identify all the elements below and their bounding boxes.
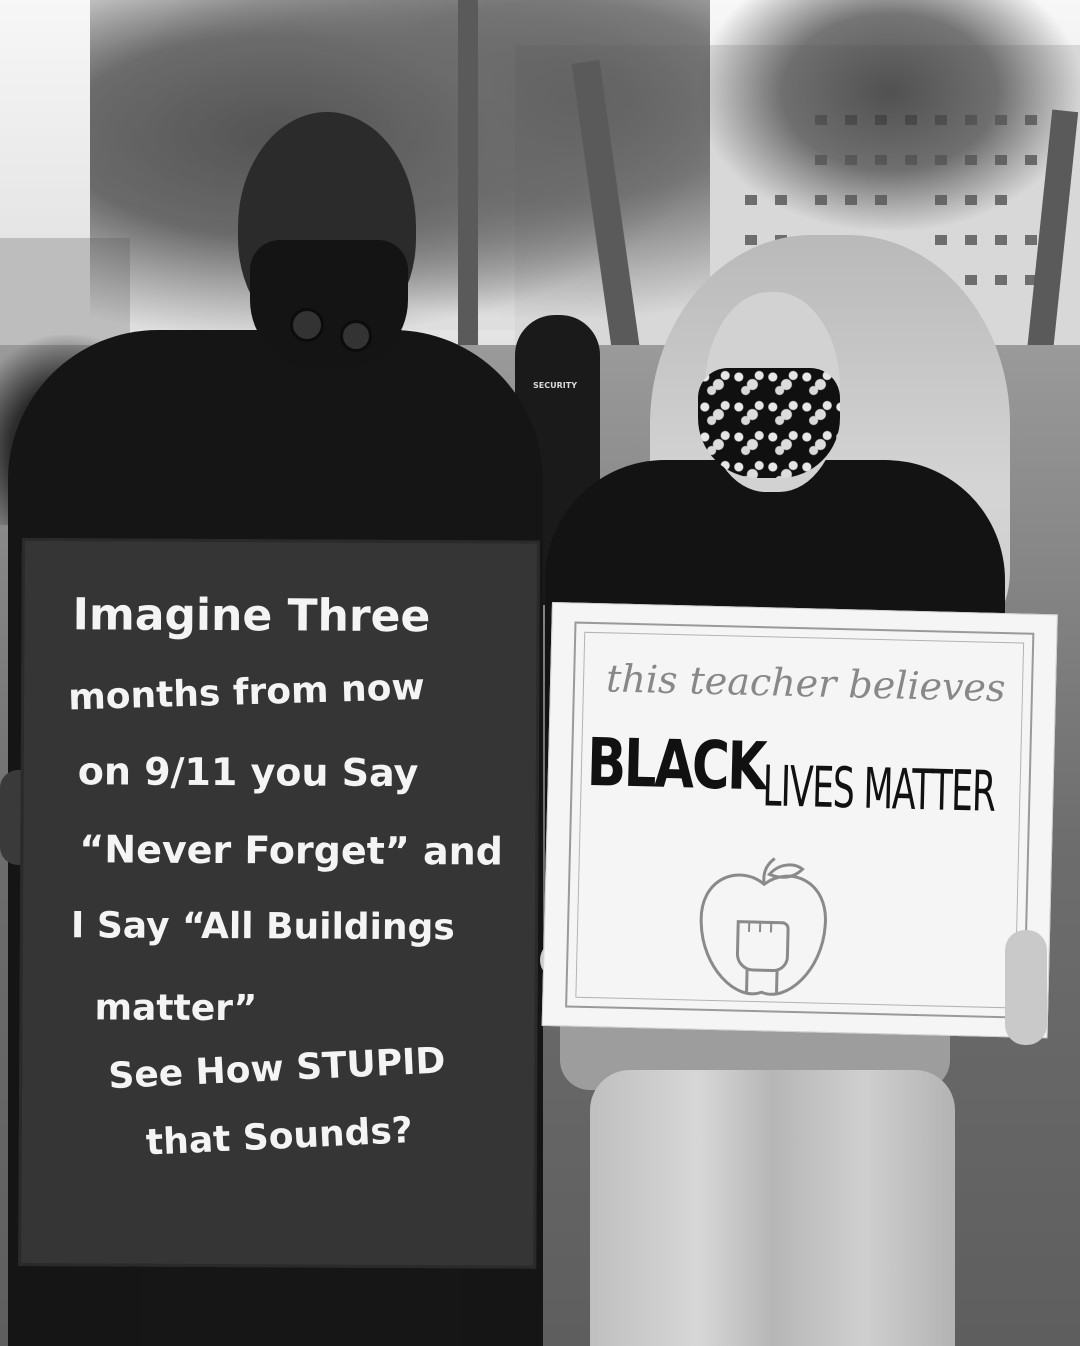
mask-valve — [340, 320, 372, 352]
apple-fist-icon — [699, 857, 827, 996]
sign-headline-lives-matter: LIVES MATTER — [761, 754, 996, 825]
teacher-protest-sign: this teacher believes BLACK LIVES MATTER — [541, 602, 1058, 1039]
sign-line: I Say “All Buildings — [70, 905, 455, 949]
sign-line: See How STUPID — [107, 1040, 447, 1098]
mask-valve — [290, 308, 324, 342]
guard-shirt-text: SECURITY — [533, 381, 577, 390]
sign-line: “Never Forget” and — [79, 827, 504, 874]
woman-hand — [1005, 930, 1047, 1045]
woman-legs — [590, 1070, 955, 1346]
sign-line: matter” — [94, 987, 258, 1030]
photo-scene: SECURITY Imagine Three months from now o… — [0, 0, 1080, 1346]
sign-headline-black: BLACK — [586, 723, 766, 806]
sign-line: months from now — [67, 666, 426, 719]
sign-line: Imagine Three — [72, 589, 431, 643]
woman-floral-mask — [698, 368, 840, 478]
tree-canopy-right — [700, 0, 1080, 230]
man-face-mask — [250, 240, 408, 370]
lamp-pole — [458, 0, 478, 400]
sign-line: on 9/11 you Say — [77, 749, 419, 796]
sign-line: that Sounds? — [145, 1110, 414, 1164]
handwritten-protest-sign: Imagine Three months from now on 9/11 yo… — [18, 538, 540, 1269]
